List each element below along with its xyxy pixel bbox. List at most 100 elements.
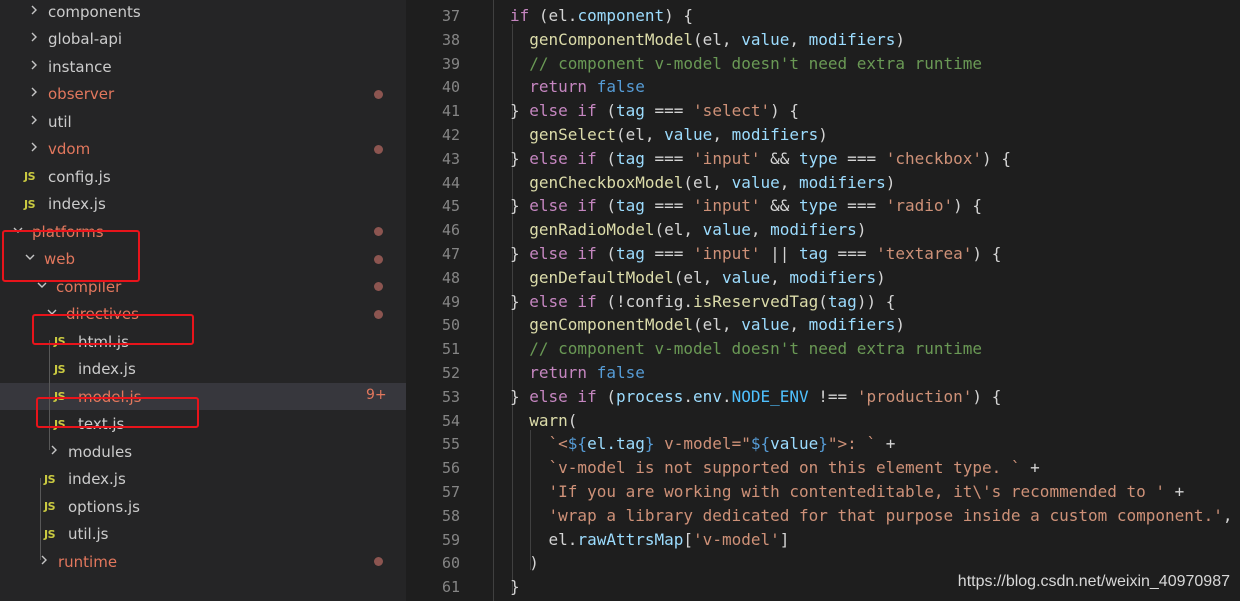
code-token: || bbox=[760, 244, 800, 263]
file-item[interactable]: JS model.js 9+ bbox=[0, 383, 406, 410]
code-line[interactable]: `v-model is not supported on this elemen… bbox=[510, 456, 1040, 480]
file-item[interactable]: JS text.js bbox=[0, 411, 406, 438]
code-line[interactable]: genComponentModel(el, value, modifiers) bbox=[510, 28, 905, 52]
code-line[interactable]: warn( bbox=[510, 409, 577, 433]
file-item[interactable]: JS util.js bbox=[0, 521, 406, 548]
file-item[interactable]: JS config.js bbox=[0, 163, 406, 190]
folder-item[interactable]: runtime bbox=[0, 548, 406, 575]
tree-item-label: modules bbox=[68, 442, 133, 461]
code-line[interactable]: 'wrap a library dedicated for that purpo… bbox=[510, 504, 1233, 528]
code-token: 'radio' bbox=[885, 196, 954, 216]
code-token: genRadioModel bbox=[529, 220, 655, 240]
tree-item-label: config.js bbox=[48, 167, 111, 186]
code-line[interactable]: } else if (process.env.NODE_ENV !== 'pro… bbox=[510, 385, 1001, 409]
chevron-down-icon[interactable] bbox=[44, 306, 60, 322]
code-token: ( bbox=[596, 386, 616, 406]
code-token: warn bbox=[529, 410, 568, 430]
chevron-down-icon[interactable] bbox=[22, 251, 38, 267]
file-item[interactable]: JS options.js bbox=[0, 493, 406, 520]
file-item[interactable]: JS index.js bbox=[0, 356, 406, 383]
chevron-right-icon[interactable] bbox=[26, 59, 42, 75]
code-line[interactable]: ) bbox=[510, 551, 539, 575]
code-line[interactable]: if (el.component) { bbox=[510, 4, 693, 28]
code-line[interactable]: return false bbox=[510, 361, 645, 385]
folder-item[interactable]: platforms bbox=[0, 218, 406, 245]
folder-item[interactable]: compiler bbox=[0, 273, 406, 300]
tree-item-label: global-api bbox=[48, 30, 123, 48]
code-line[interactable]: genRadioModel(el, value, modifiers) bbox=[510, 218, 866, 242]
code-token: ) bbox=[895, 29, 905, 49]
tree-item-label: instance bbox=[48, 57, 112, 76]
line-number: 51 bbox=[441, 340, 460, 359]
code-line[interactable]: } else if (tag === 'select') { bbox=[510, 99, 799, 123]
code-line[interactable]: } else if (tag === 'input' || tag === 't… bbox=[510, 242, 1001, 266]
code-line[interactable]: } else if (!config.isReservedTag(tag)) { bbox=[510, 290, 895, 314]
code-token: 'wrap a library dedicated for that purpo… bbox=[548, 505, 1223, 525]
code-token: if bbox=[510, 6, 530, 25]
js-file-icon: JS bbox=[44, 500, 56, 513]
code-line[interactable]: genDefaultModel(el, value, modifiers) bbox=[510, 266, 885, 290]
folder-item[interactable]: directives bbox=[0, 301, 406, 328]
tree-item-label: directives bbox=[66, 305, 139, 323]
line-number: 50 bbox=[441, 316, 460, 335]
line-number: 56 bbox=[441, 459, 460, 478]
folder-item[interactable]: components bbox=[0, 0, 406, 25]
code-token: (el, bbox=[615, 125, 665, 144]
code-token: } bbox=[510, 386, 530, 406]
chevron-right-icon[interactable] bbox=[26, 4, 42, 20]
line-number: 38 bbox=[441, 30, 460, 49]
file-item[interactable]: JS html.js bbox=[0, 328, 406, 355]
file-item[interactable]: JS index.js bbox=[0, 191, 406, 218]
code-token: ) bbox=[510, 553, 539, 573]
folder-item[interactable]: instance bbox=[0, 53, 406, 80]
chevron-right-icon[interactable] bbox=[26, 31, 42, 47]
code-token: && bbox=[760, 148, 800, 168]
code-line[interactable]: 'If you are working with contenteditable… bbox=[510, 480, 1185, 504]
code-line[interactable]: genComponentModel(el, value, modifiers) bbox=[510, 313, 905, 337]
code-token: tag bbox=[615, 148, 645, 168]
code-line[interactable]: } else if (tag === 'input' && type === '… bbox=[510, 147, 1011, 171]
chevron-right-icon[interactable] bbox=[36, 554, 52, 570]
chevron-right-icon[interactable] bbox=[26, 141, 42, 157]
line-number: 39 bbox=[441, 54, 460, 73]
code-line[interactable]: return false bbox=[510, 75, 645, 99]
code-line[interactable]: } else if (tag === 'input' && type === '… bbox=[510, 194, 982, 218]
chevron-down-icon[interactable] bbox=[34, 279, 50, 295]
chevron-right-icon[interactable] bbox=[26, 86, 42, 102]
code-token: else if bbox=[529, 196, 597, 216]
folder-item[interactable]: vdom bbox=[0, 136, 406, 163]
code-token: value bbox=[721, 267, 771, 287]
code-line[interactable]: genSelect(el, value, modifiers) bbox=[510, 123, 828, 147]
code-token: genDefaultModel bbox=[529, 267, 674, 287]
folder-item[interactable]: modules bbox=[0, 438, 406, 465]
code-token: 'select' bbox=[693, 101, 771, 121]
code-token: // component v-model doesn't need extra … bbox=[529, 339, 983, 359]
code-line[interactable]: } bbox=[510, 575, 520, 599]
chevron-right-icon[interactable] bbox=[26, 114, 42, 130]
code-token: + bbox=[876, 434, 896, 454]
code-line[interactable]: el.rawAttrsMap['v-model'] bbox=[510, 528, 790, 552]
code-token: genSelect bbox=[529, 125, 616, 144]
folder-item[interactable]: util bbox=[0, 108, 406, 135]
folder-item[interactable]: global-api bbox=[0, 26, 406, 53]
code-line[interactable]: // component v-model doesn't need extra … bbox=[510, 52, 982, 76]
code-token: && bbox=[760, 196, 800, 216]
code-line[interactable]: `<${el.tag} v-model="${value}">: ` + bbox=[510, 432, 896, 456]
folder-item[interactable]: observer bbox=[0, 81, 406, 108]
code-token: else if bbox=[529, 244, 597, 263]
folder-item[interactable]: web bbox=[0, 246, 406, 273]
line-number: 47 bbox=[441, 245, 460, 263]
code-token: 'v-model' bbox=[693, 529, 780, 549]
chevron-down-icon[interactable] bbox=[10, 224, 26, 240]
code-token: === bbox=[644, 196, 694, 216]
code-editor[interactable]: 37 38 39 40 41 42 43 44 45 46 47 48 49 50 51 52 53 54 55 56… bbox=[406, 0, 1240, 601]
code-token: ${ bbox=[567, 434, 588, 454]
file-item[interactable]: JS index.js bbox=[0, 466, 406, 493]
code-line[interactable]: // component v-model doesn't need extra … bbox=[510, 337, 982, 361]
code-token: `v-model is not supported on this elemen… bbox=[548, 458, 1021, 478]
code-line[interactable]: genCheckboxModel(el, value, modifiers) bbox=[510, 171, 895, 195]
